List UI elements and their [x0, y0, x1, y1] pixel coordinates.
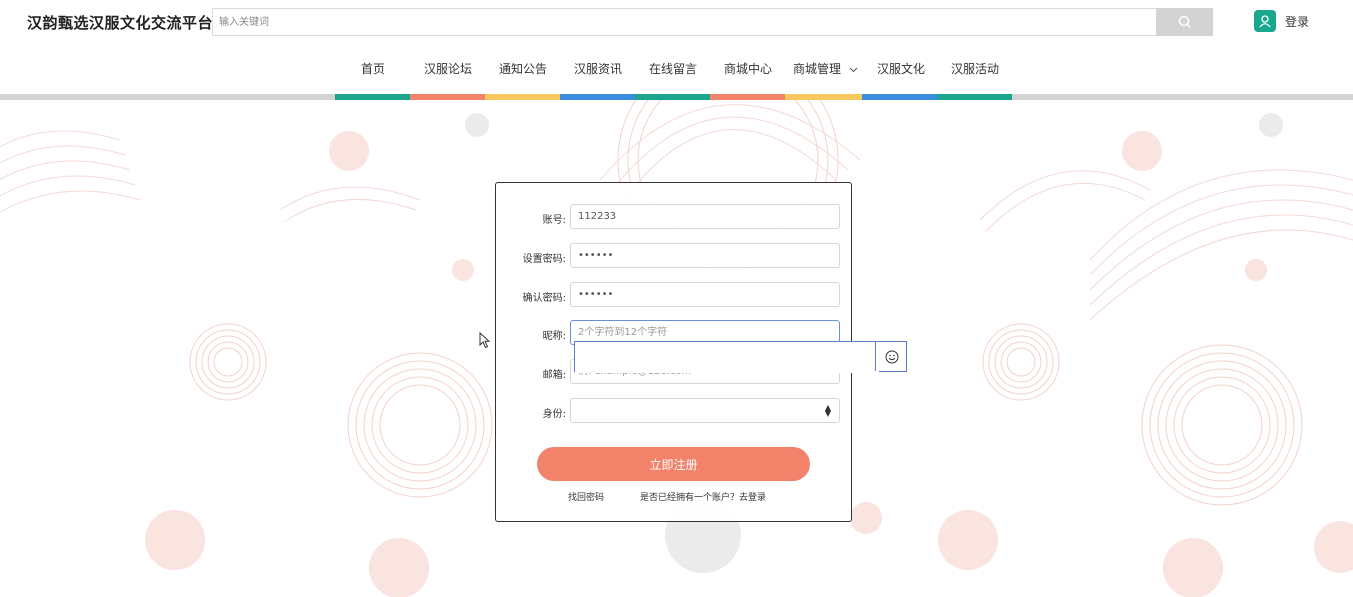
chevron-down-icon	[849, 67, 858, 72]
site-title: 汉韵甄选汉服文化交流平台	[27, 14, 214, 32]
nav-underline-forum	[410, 94, 485, 100]
search-button[interactable]	[1156, 8, 1213, 36]
login-label: 登录	[1285, 14, 1310, 29]
nav-item-mall-management-label: 商城管理	[793, 62, 842, 76]
forgot-password-link[interactable]: 找回密码	[568, 490, 604, 503]
nickname-label: 昵称:	[542, 331, 566, 342]
search-bar	[212, 8, 1213, 36]
account-input[interactable]	[570, 204, 840, 229]
confirm-password-label: 确认密码:	[522, 293, 566, 304]
nav-underline-mall-management	[785, 94, 862, 100]
emoji-input-popup	[574, 341, 907, 373]
go-login-link[interactable]: 是否已经拥有一个账户？去登录	[640, 490, 766, 503]
nav-underline-messages	[635, 94, 710, 100]
login-link[interactable]: 登录	[1254, 10, 1309, 32]
nav-underline-news	[560, 94, 635, 100]
confirm-password-input[interactable]	[570, 282, 840, 307]
search-input[interactable]	[212, 8, 1156, 36]
register-button[interactable]: 立即注册	[537, 447, 810, 481]
password-label: 设置密码:	[522, 254, 566, 265]
nav-item-mall-management[interactable]: 商城管理	[793, 60, 858, 77]
search-icon	[1178, 15, 1191, 28]
emoji-popup-input[interactable]	[575, 342, 879, 373]
password-input[interactable]	[570, 243, 840, 268]
nav-item-forum[interactable]: 汉服论坛	[424, 60, 472, 77]
account-label: 账号:	[542, 215, 566, 226]
select-caret-icon: ▲ ▼	[824, 403, 831, 418]
nav-underline-notices	[485, 94, 560, 100]
nav-item-culture[interactable]: 汉服文化	[877, 60, 925, 77]
nav-underline-culture	[862, 94, 937, 100]
user-icon	[1254, 10, 1276, 32]
nav-underline-home	[335, 94, 410, 100]
email-label: 邮箱:	[542, 370, 566, 381]
nav-item-home[interactable]: 首页	[361, 60, 385, 77]
smiley-icon	[885, 350, 898, 363]
emoji-picker-button[interactable]	[875, 342, 907, 371]
nav-underline-mall-center	[710, 94, 785, 100]
nav-item-messages[interactable]: 在线留言	[649, 60, 697, 77]
nav-item-notices[interactable]: 通知公告	[499, 60, 547, 77]
nav-item-activities[interactable]: 汉服活动	[951, 60, 999, 77]
role-select[interactable]: ▲ ▼	[570, 398, 840, 423]
nav-underline-activities	[937, 94, 1012, 100]
nav-item-mall-center[interactable]: 商城中心	[724, 60, 772, 77]
role-label: 身份:	[542, 409, 566, 420]
mouse-cursor-icon	[479, 332, 491, 349]
nav-item-news[interactable]: 汉服资讯	[574, 60, 622, 77]
